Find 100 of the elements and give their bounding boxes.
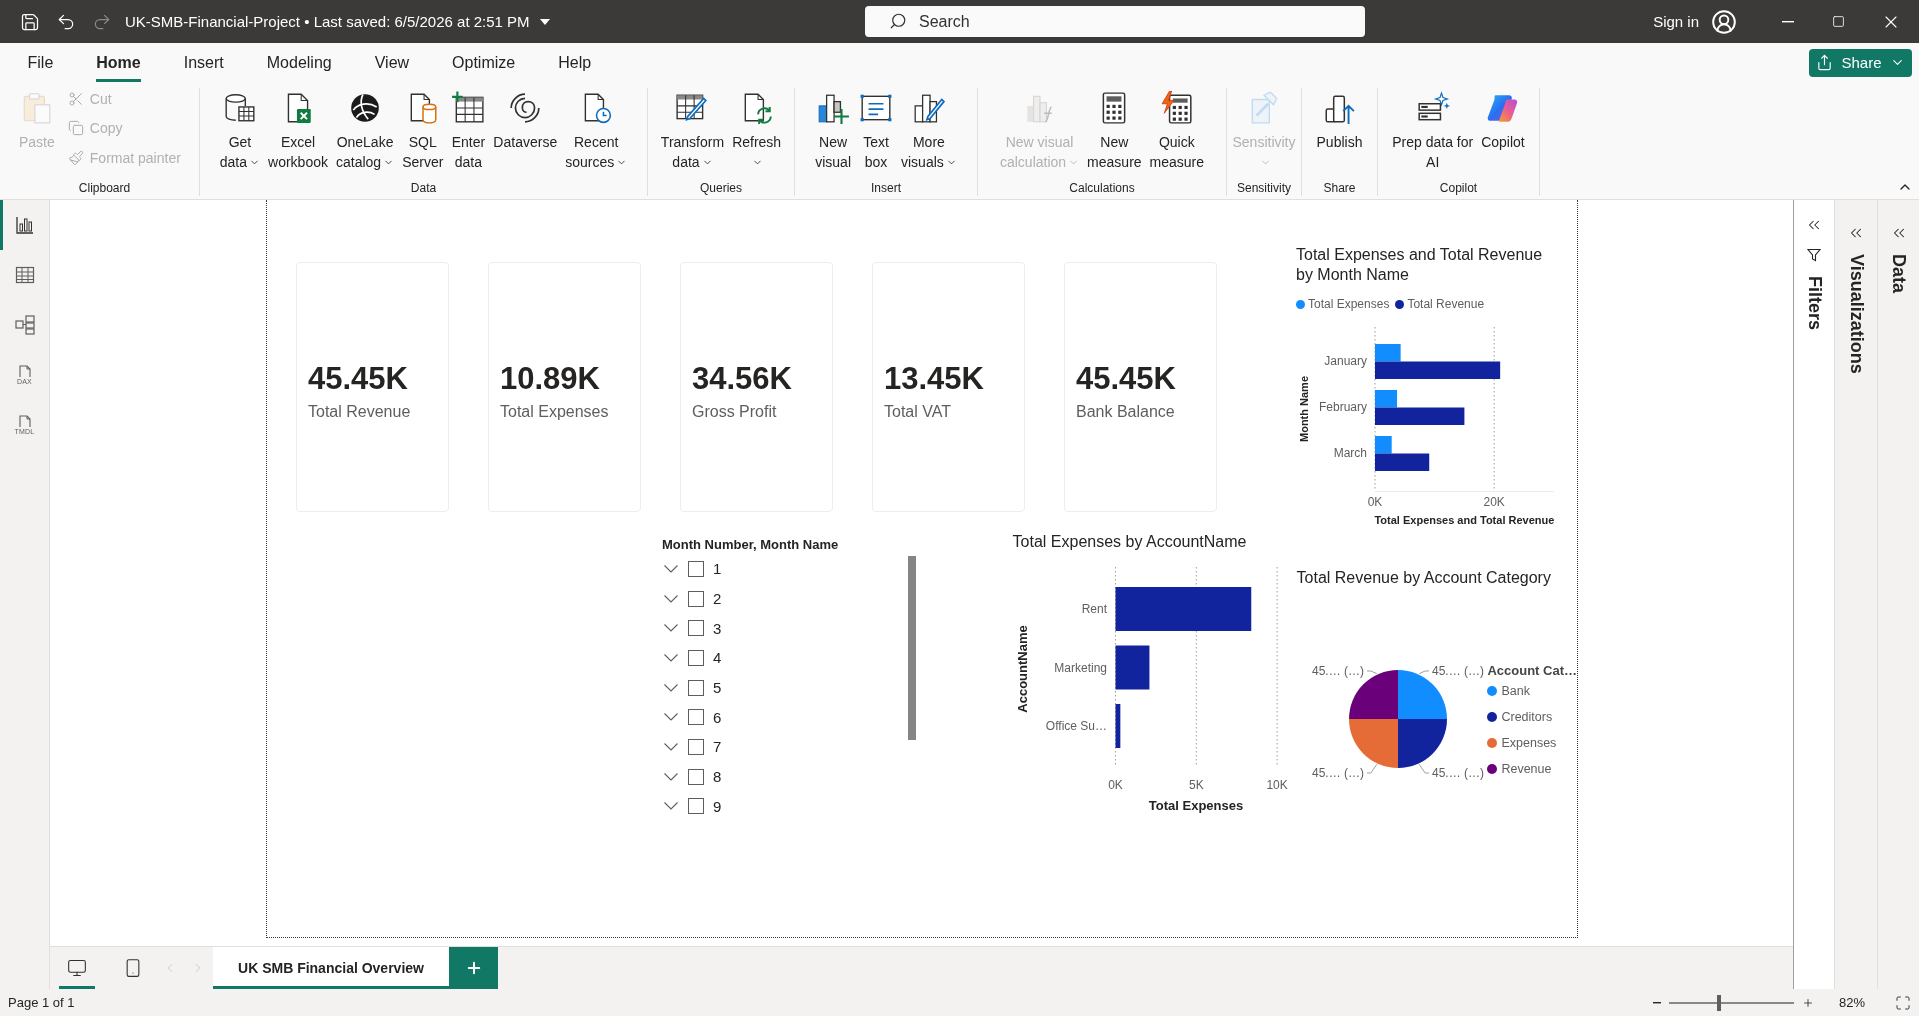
sign-in-button[interactable]: Sign in <box>1653 8 1737 35</box>
chevron-down-icon[interactable] <box>664 802 678 811</box>
ribbon-button[interactable]: Enter data <box>448 91 489 172</box>
ribbon-button[interactable]: New visual <box>812 91 854 172</box>
checkbox[interactable] <box>688 679 704 696</box>
tick-label: 0K <box>1107 778 1123 792</box>
document-icon <box>16 415 33 428</box>
slicer-item-label[interactable]: 7 <box>713 738 722 756</box>
slicer-item-label[interactable]: 8 <box>713 768 722 786</box>
slicer-item-label[interactable]: 5 <box>713 679 722 697</box>
slicer-item-label[interactable]: 3 <box>713 619 722 637</box>
pane-title[interactable]: Data <box>1888 254 1909 293</box>
pie-slice <box>1398 719 1448 768</box>
ribbon-button[interactable]: Refresh <box>729 91 785 172</box>
pie-slice <box>1349 719 1399 768</box>
ribbon-button[interactable]: OneLake catalog <box>332 91 398 172</box>
kpi-label: Gross Profit <box>692 403 778 421</box>
calculator-lightning-icon <box>1159 91 1194 125</box>
pane-title[interactable]: Visualizations <box>1845 254 1867 374</box>
legend-label: Bank <box>1501 684 1530 698</box>
checkbox[interactable] <box>688 560 704 577</box>
legend-label: Creditors <box>1501 710 1553 724</box>
slicer-item-label[interactable]: 1 <box>713 560 722 578</box>
zoom-out-icon[interactable] <box>1652 1001 1661 1004</box>
checkbox[interactable] <box>688 798 704 815</box>
data-label: 45.… (…) <box>1312 766 1365 780</box>
kpi-value: 45.45K <box>308 361 409 397</box>
group-label: Queries <box>699 181 743 196</box>
checkbox[interactable] <box>688 590 704 607</box>
scrollbar[interactable] <box>907 556 916 740</box>
pane-title[interactable]: Filters <box>1803 276 1825 331</box>
chevron-down-icon[interactable] <box>664 683 678 692</box>
chart-title: Total Revenue by Account Category <box>1296 568 1552 588</box>
checkbox[interactable] <box>688 768 704 785</box>
save-icon <box>20 11 40 32</box>
ribbon-button[interactable]: SQL Server <box>399 91 447 172</box>
category-label: January <box>1324 354 1367 368</box>
zoom-percent: 82% <box>1838 995 1865 1010</box>
page-tab[interactable]: UK SMB Financial Overview <box>213 947 449 989</box>
document-icon <box>16 365 33 378</box>
chart-title: Total Expenses and Total Revenue by Month Name <box>1296 245 1544 285</box>
ribbon-button[interactable]: Transform data <box>657 91 728 172</box>
slicer-item-label[interactable]: 2 <box>713 590 722 608</box>
menu-tab[interactable]: Insert <box>183 43 224 82</box>
axis-title: Total Expenses and Total Revenue <box>1374 514 1555 526</box>
slicer-item-label[interactable]: 6 <box>713 708 722 726</box>
chevron-down-icon[interactable] <box>664 594 678 603</box>
chevron-down-icon[interactable] <box>664 624 678 633</box>
chevron-down-icon[interactable] <box>664 564 678 573</box>
chevron-down-icon[interactable] <box>664 653 678 662</box>
group-label: Clipboard <box>77 181 132 196</box>
menu-tab[interactable]: Help <box>558 43 592 82</box>
caret-down-icon <box>539 18 550 25</box>
ribbon-button[interactable]: More visuals <box>898 91 960 172</box>
ribbon-button[interactable]: Text box <box>856 91 896 172</box>
zoom-in-icon[interactable] <box>1801 996 1814 1009</box>
group-label: Calculations <box>1068 181 1136 196</box>
menu-tab[interactable]: File <box>27 43 54 82</box>
ribbon-button[interactable]: Excel workbook <box>265 91 331 172</box>
ribbon-button[interactable]: Get data <box>216 91 264 172</box>
checkbox[interactable] <box>688 649 704 666</box>
chevron-down-icon[interactable] <box>664 713 678 722</box>
add-page-button[interactable] <box>449 947 498 989</box>
table-icon <box>14 265 35 285</box>
tick-label: 20K <box>1483 495 1505 509</box>
share-button[interactable]: Share <box>1809 48 1912 77</box>
ribbon-button[interactable]: Dataverse <box>490 91 561 153</box>
ribbon-button[interactable]: Publish <box>1313 91 1366 153</box>
legend-label: Total Expenses <box>1308 297 1390 311</box>
page-info: Page 1 of 1 <box>8 995 75 1010</box>
kpi-label: Total VAT <box>884 403 952 421</box>
menu-tab[interactable]: View <box>374 43 410 82</box>
minimize-icon <box>1782 20 1794 23</box>
chevron-down-icon[interactable] <box>664 772 678 781</box>
model-diagram-icon <box>14 315 35 335</box>
fit-to-page-icon[interactable] <box>1895 994 1911 1011</box>
menu-tab[interactable]: Optimize <box>452 43 516 82</box>
slicer-item-label[interactable]: 9 <box>713 797 722 815</box>
checkbox[interactable] <box>688 620 704 637</box>
data-label: 45.… (…) <box>1432 664 1485 678</box>
bar <box>1115 645 1149 690</box>
ribbon-button[interactable]: Copilot <box>1478 91 1528 153</box>
slicer-title: Month Number, Month Name <box>662 536 840 554</box>
legend-label: Expenses <box>1501 736 1557 750</box>
checkbox[interactable] <box>688 738 704 755</box>
slider-thumb[interactable] <box>1716 994 1721 1011</box>
search-field[interactable]: Search <box>865 6 1365 37</box>
monitor-icon <box>67 958 87 978</box>
ribbon-button[interactable]: Recent sources <box>562 91 631 172</box>
ribbon-button[interactable]: Quick measure <box>1146 91 1208 172</box>
slicer-item-label[interactable]: 4 <box>713 649 722 667</box>
chevron-down-icon[interactable] <box>664 742 678 751</box>
kpi-value: 10.89K <box>500 361 601 397</box>
tick-label: 0K <box>1367 495 1383 509</box>
file-title-button[interactable]: UK-SMB-Financial-Project • Last saved: 6/5/2026 at 2:51 PM <box>125 13 550 30</box>
ribbon-button[interactable]: Prep data for AI <box>1389 91 1477 172</box>
scissors-icon <box>67 90 84 107</box>
menu-tab[interactable]: Modeling <box>266 43 332 82</box>
ribbon-button[interactable]: New measure <box>1084 91 1145 172</box>
checkbox[interactable] <box>688 709 704 726</box>
